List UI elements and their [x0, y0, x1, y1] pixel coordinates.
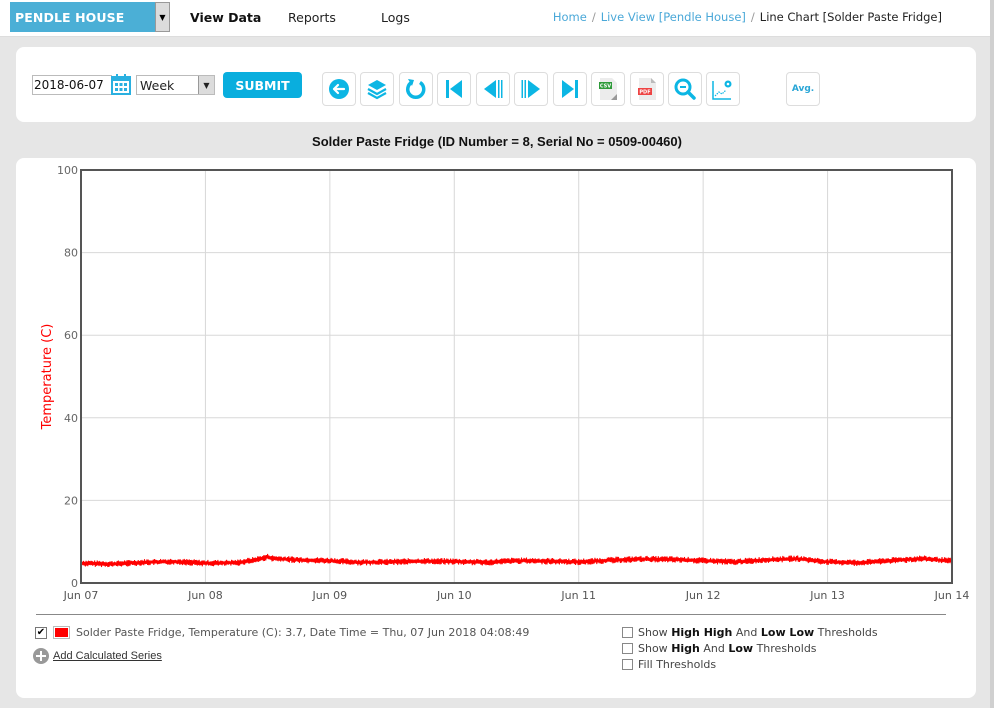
- zoom-button[interactable]: [668, 72, 702, 106]
- chart-title: Solder Paste Fridge (ID Number = 8, Seri…: [312, 134, 682, 149]
- submit-button[interactable]: SUBMIT: [223, 72, 302, 98]
- top-navigation-bar: PENDLE HOUSE ▼ View Data Reports Logs Ho…: [0, 0, 990, 37]
- series-color-swatch[interactable]: [53, 626, 70, 639]
- breadcrumb-separator: /: [750, 10, 755, 24]
- refresh-button[interactable]: [399, 72, 433, 106]
- chart-settings-button[interactable]: [706, 72, 740, 106]
- x-tick-label: Jun 10: [436, 589, 472, 602]
- back-button[interactable]: [322, 72, 356, 106]
- line-chart[interactable]: 020406080100Jun 07 Jun 08 Jun 09 Jun 10 Jun …: [16, 158, 976, 608]
- y-tick-label: 20: [64, 494, 78, 507]
- series-label: Solder Paste Fridge, Temperature (C): 3.…: [76, 626, 530, 639]
- export-pdf-button[interactable]: PDF: [630, 72, 664, 106]
- nav-logs[interactable]: Logs: [381, 10, 410, 25]
- threshold-checkbox[interactable]: [622, 658, 633, 670]
- threshold-option[interactable]: Fill Thresholds: [622, 656, 878, 672]
- x-tick-label: Jun 08: [187, 589, 223, 602]
- next-button[interactable]: [514, 72, 548, 106]
- threshold-checkbox[interactable]: [622, 642, 633, 654]
- skip-last-icon: [562, 80, 578, 98]
- y-axis-label: Temperature (C): [40, 324, 55, 431]
- series-line: [80, 553, 953, 568]
- plot-frame: [80, 169, 953, 584]
- x-tick-label: Jun 07: [63, 589, 99, 602]
- range-select[interactable]: Week ▼: [136, 75, 215, 95]
- layers-button[interactable]: [360, 72, 394, 106]
- threshold-label: Show High High And Low Low Thresholds: [638, 625, 878, 639]
- page-scrollbar[interactable]: [990, 0, 994, 708]
- chevron-down-icon[interactable]: ▼: [198, 76, 214, 94]
- chevron-down-icon[interactable]: ▼: [155, 2, 170, 32]
- nav-view-data[interactable]: View Data: [190, 10, 261, 25]
- breadcrumb-home[interactable]: Home: [553, 10, 587, 24]
- csv-file-icon: CSV: [599, 78, 617, 100]
- threshold-checkbox[interactable]: [622, 626, 633, 638]
- last-button[interactable]: [553, 72, 587, 106]
- legend-series-item: ✔ Solder Paste Fridge, Temperature (C): …: [35, 626, 529, 639]
- x-tick-label: Jun 11: [560, 589, 596, 602]
- calendar-icon[interactable]: [111, 73, 131, 95]
- range-value: Week: [140, 77, 175, 93]
- threshold-options: Show High High And Low Low Thresholds Sho…: [622, 624, 878, 672]
- next-icon: [521, 80, 540, 98]
- y-tick-label: 80: [64, 247, 78, 260]
- svg-text:CSV: CSV: [600, 84, 611, 90]
- breadcrumb-live-view[interactable]: Live View [Pendle House]: [601, 10, 746, 24]
- threshold-label: Show High And Low Thresholds: [638, 641, 817, 655]
- plus-circle-icon[interactable]: [33, 648, 49, 664]
- legend-divider: [36, 614, 946, 615]
- arrow-left-circle-icon: [329, 79, 349, 99]
- chart-toolbar: Week ▼ SUBMIT CSV PDF Avg.: [16, 47, 976, 122]
- add-calculated-series[interactable]: Add Calculated Series: [33, 648, 162, 664]
- refresh-icon: [406, 79, 426, 100]
- previous-icon: [484, 80, 503, 98]
- skip-first-icon: [446, 80, 462, 98]
- breadcrumb-separator: /: [591, 10, 596, 24]
- chart-panel: 0 20 40 60 80 100 Jun 07 Jun 08 Jun 09 Jun 10 Jun …: [16, 158, 976, 698]
- layers-icon: [367, 80, 387, 100]
- export-csv-button[interactable]: CSV: [591, 72, 625, 106]
- add-calculated-series-link[interactable]: Add Calculated Series: [53, 650, 162, 662]
- magnifier-icon: [674, 78, 696, 100]
- chart-gear-icon: [712, 80, 732, 100]
- series-visibility-checkbox[interactable]: ✔: [35, 626, 47, 639]
- date-input[interactable]: [32, 75, 112, 95]
- site-name: PENDLE HOUSE: [15, 9, 125, 25]
- nav-reports[interactable]: Reports: [288, 10, 336, 25]
- breadcrumb: Home / Live View [Pendle House] / Line Chart…: [553, 10, 942, 24]
- x-tick-label: Jun 09: [312, 589, 348, 602]
- x-tick-label: Jun 14: [934, 589, 970, 602]
- y-tick-label: 60: [64, 329, 78, 342]
- average-button[interactable]: Avg.: [786, 72, 820, 106]
- svg-text:PDF: PDF: [639, 90, 650, 96]
- y-tick-label: 40: [64, 412, 78, 425]
- breadcrumb-current: Line Chart [Solder Paste Fridge]: [759, 10, 942, 24]
- threshold-label: Fill Thresholds: [638, 657, 717, 671]
- site-selector[interactable]: PENDLE HOUSE ▼: [10, 2, 170, 32]
- threshold-option[interactable]: Show High High And Low Low Thresholds: [622, 624, 878, 640]
- threshold-option[interactable]: Show High And Low Thresholds: [622, 640, 878, 656]
- x-tick-label: Jun 12: [685, 589, 721, 602]
- y-tick-label: 100: [57, 164, 78, 177]
- pdf-file-icon: PDF: [638, 78, 656, 100]
- previous-button[interactable]: [476, 72, 510, 106]
- x-tick-label: Jun 13: [809, 589, 845, 602]
- first-button[interactable]: [437, 72, 471, 106]
